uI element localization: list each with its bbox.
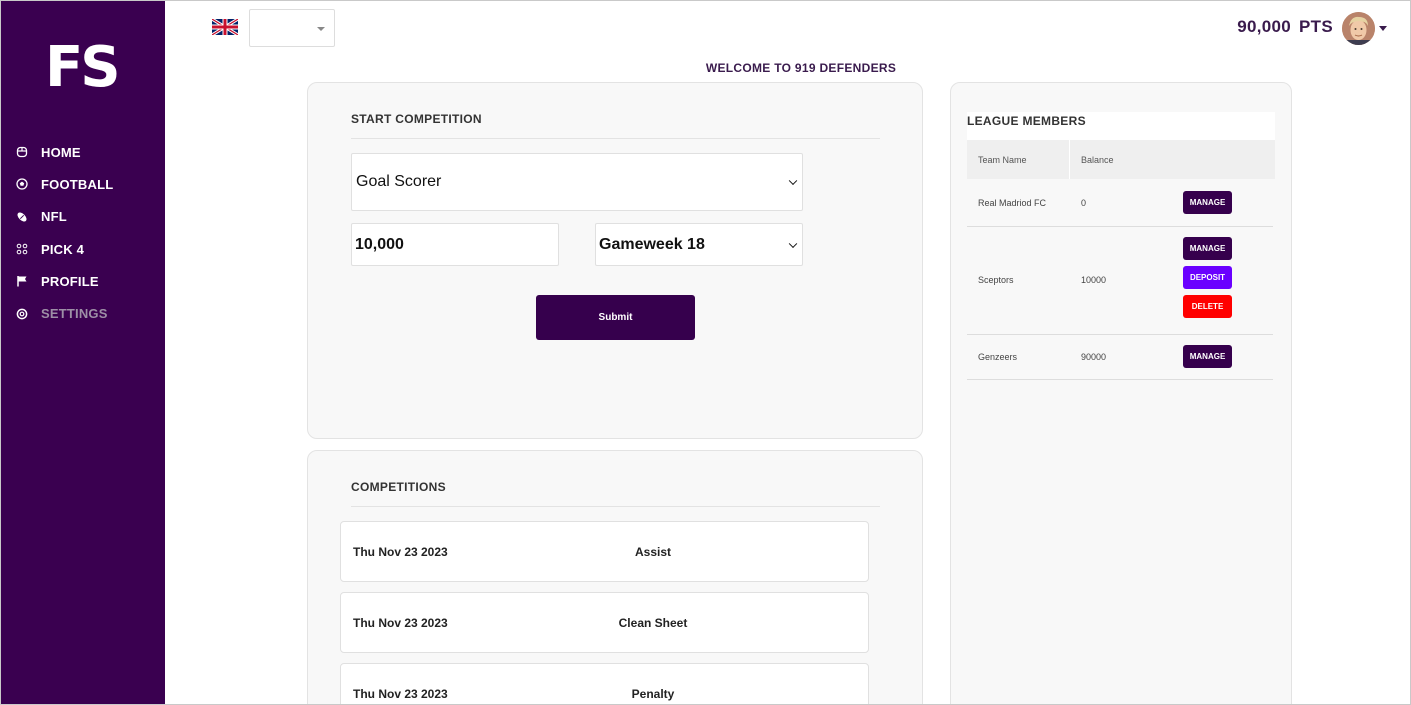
submit-button[interactable]: Submit [536, 295, 695, 340]
sidebar-item-home[interactable]: HOME [1, 136, 165, 168]
column-header-balance: Balance [1081, 155, 1114, 165]
team-balance: 10000 [1081, 275, 1107, 285]
competition-type: Penalty [631, 687, 675, 701]
team-name: Genzeers [978, 352, 1018, 362]
team-name: Real Madriod FC [978, 198, 1047, 208]
amount-input[interactable]: 10,000 [351, 223, 559, 266]
sidebar-item-nfl[interactable]: NFL [1, 201, 165, 233]
points-value: 90,000 [1237, 17, 1292, 36]
fs-logo[interactable]: FS [45, 35, 121, 101]
welcome-title: WELCOME TO 919 DEFENDERS [705, 61, 897, 75]
competition-row[interactable]: Thu Nov 23 2023 Penalty [340, 663, 869, 705]
chevron-down-icon [788, 239, 798, 248]
sidebar-nav: HOME FOOTBALL NFL PICK 4 PROFILE SETTING… [1, 136, 165, 330]
team-name: Sceptors [978, 275, 1014, 285]
team-balance: 90000 [1081, 352, 1107, 362]
sidebar-item-settings[interactable]: SETTINGS [1, 297, 165, 329]
american-football-icon [15, 210, 28, 223]
manage-button[interactable]: MANAGE [1183, 237, 1232, 260]
competition-row[interactable]: Thu Nov 23 2023 Clean Sheet [340, 592, 869, 653]
sidebar-item-label: NFL [41, 209, 67, 225]
competition-date: Thu Nov 23 2023 [353, 616, 448, 630]
language-select[interactable] [249, 9, 335, 47]
delete-button[interactable]: DELETE [1183, 295, 1232, 318]
sidebar-item-label: HOME [41, 144, 81, 160]
points-display: 90,000 PTS [1237, 17, 1333, 37]
gear-icon [15, 307, 28, 320]
deposit-button[interactable]: DEPOSIT [1183, 266, 1232, 289]
column-header-team-name: Team Name [978, 155, 1027, 165]
gameweek-select-value: Gameweek 18 [599, 235, 705, 253]
team-balance: 0 [1081, 198, 1087, 208]
competitions-title: COMPETITIONS [351, 480, 446, 494]
soccer-ball-icon [15, 178, 28, 191]
chevron-down-icon [788, 176, 798, 186]
chevron-down-icon [317, 27, 325, 31]
uk-flag-icon[interactable] [211, 17, 239, 37]
sidebar-item-football[interactable]: FOOTBALL [1, 168, 165, 200]
home-icon [15, 146, 28, 159]
grid-dots-icon [15, 243, 28, 256]
league-members-title: LEAGUE MEMBERS [967, 114, 1086, 128]
divider [351, 138, 880, 139]
row-divider [967, 379, 1273, 380]
sidebar-item-profile[interactable]: PROFILE [1, 265, 165, 297]
sidebar-item-label: PICK 4 [41, 241, 85, 257]
row-divider [967, 334, 1273, 335]
row-divider [967, 226, 1273, 227]
sidebar-item-label: PROFILE [41, 273, 99, 289]
avatar[interactable] [1342, 12, 1375, 45]
competition-row[interactable]: Thu Nov 23 2023 Assist [340, 521, 869, 582]
start-competition-title: START COMPETITION [351, 112, 482, 126]
sidebar-item-pick-4[interactable]: PICK 4 [1, 233, 165, 265]
competition-type-select[interactable]: Goal Scorer [351, 153, 803, 211]
competition-date: Thu Nov 23 2023 [353, 545, 448, 559]
flag-icon [15, 275, 28, 288]
competition-date: Thu Nov 23 2023 [353, 687, 448, 701]
sidebar-item-label: SETTINGS [41, 306, 108, 322]
competition-type-value: Goal Scorer [356, 173, 442, 190]
competition-type: Assist [634, 545, 672, 559]
divider [351, 506, 880, 507]
sidebar: FS HOME FOOTBALL NFL PICK 4 PROFILE SETT… [1, 1, 165, 704]
competition-type: Clean Sheet [618, 616, 688, 630]
account-dropdown-caret-icon[interactable] [1379, 26, 1387, 31]
manage-button[interactable]: MANAGE [1183, 191, 1232, 214]
gameweek-select[interactable]: Gameweek 18 [595, 223, 803, 266]
manage-button[interactable]: MANAGE [1183, 345, 1232, 368]
points-unit: PTS [1299, 17, 1333, 36]
column-separator [1069, 140, 1070, 179]
amount-input-value: 10,000 [355, 235, 404, 253]
sidebar-item-label: FOOTBALL [41, 176, 114, 192]
